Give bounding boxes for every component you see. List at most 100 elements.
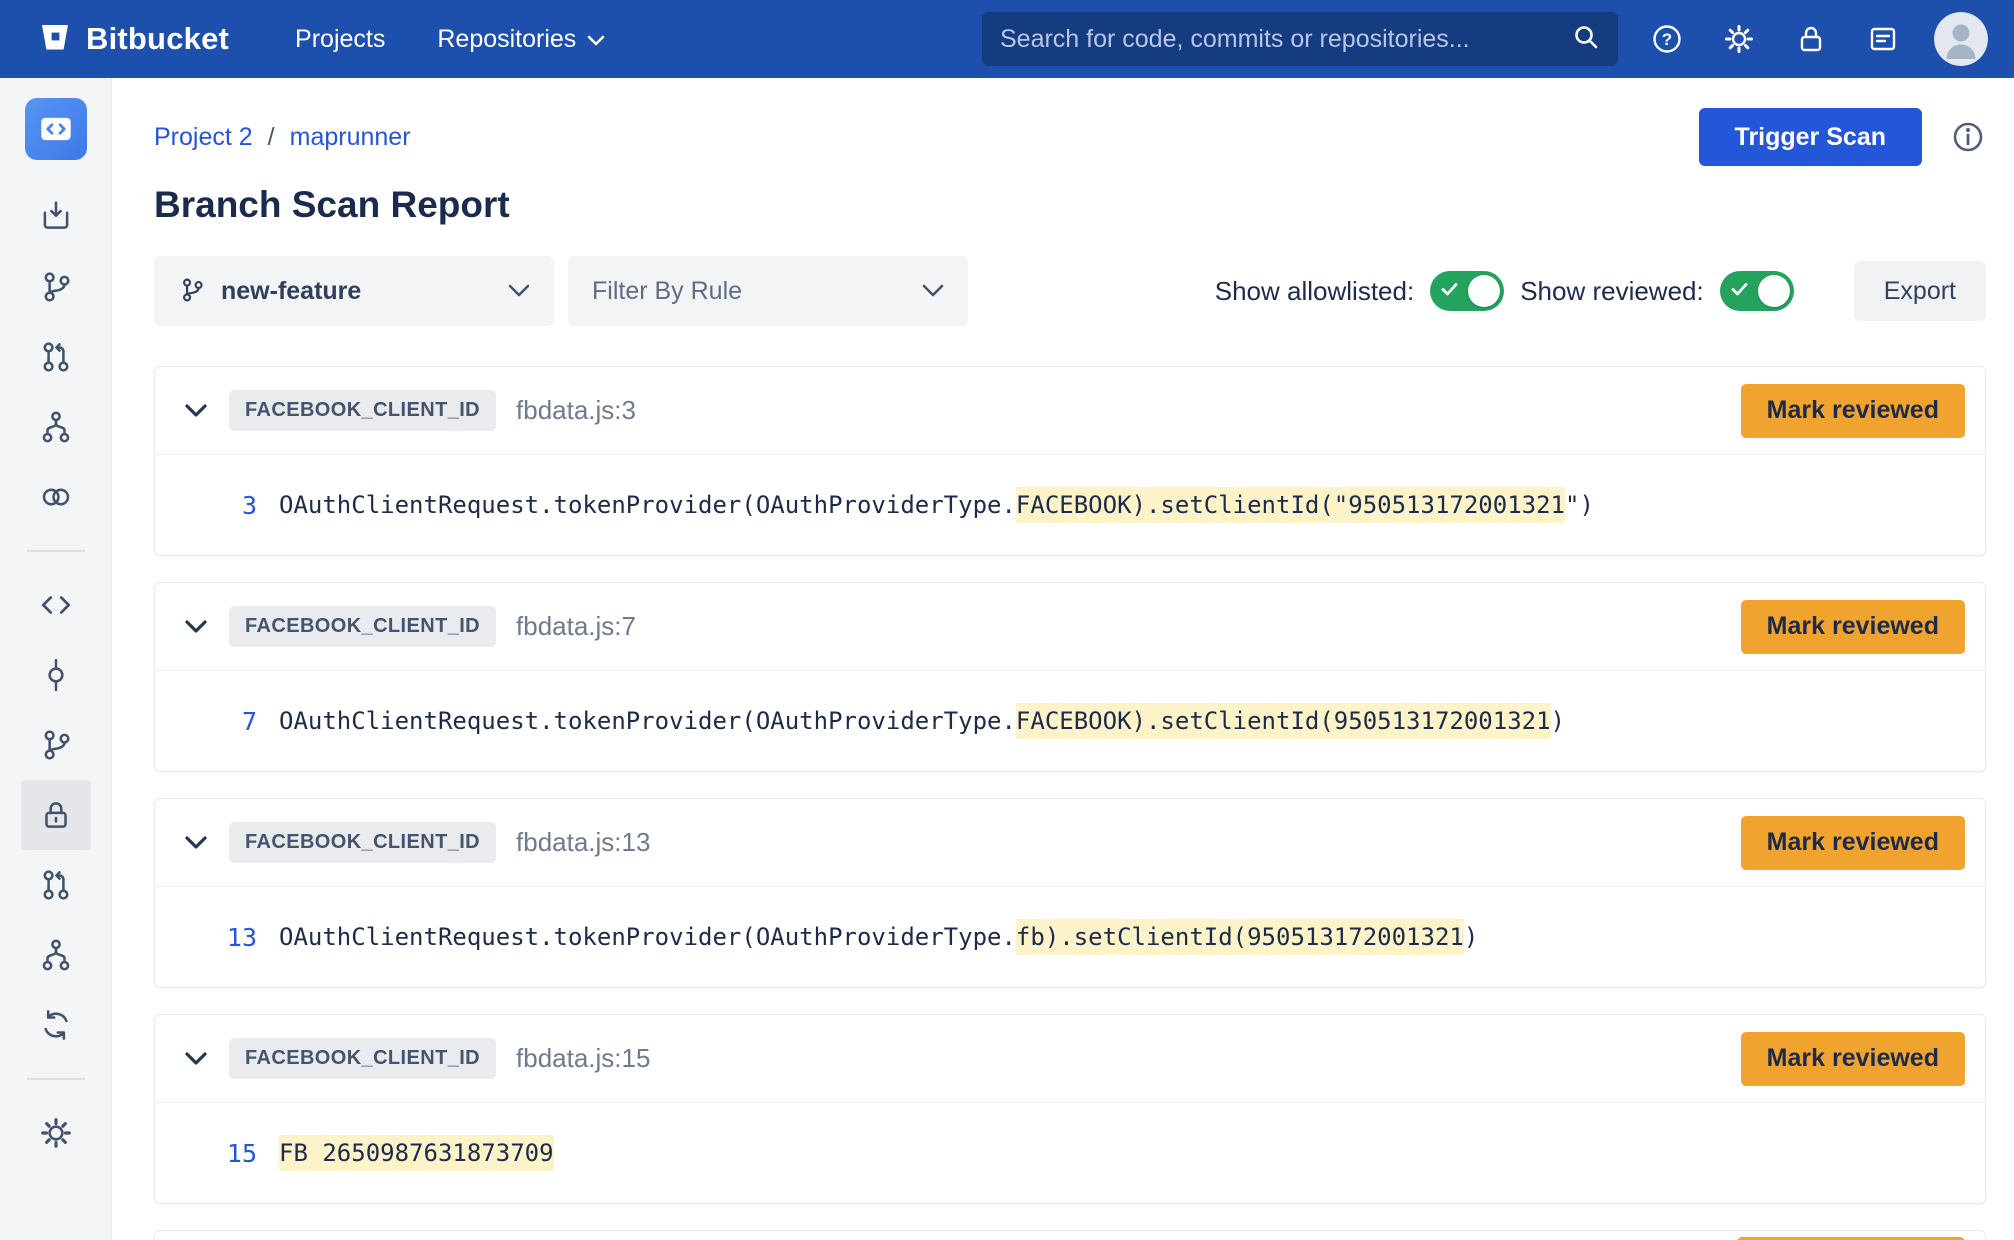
- finding-card: FACEBOOK_CLIENT_ID fbdata.js:3 Mark revi…: [154, 366, 1986, 556]
- search-icon[interactable]: [1572, 23, 1600, 56]
- bitbucket-logo-icon: [38, 20, 72, 59]
- svg-text:?: ?: [1662, 30, 1672, 49]
- line-number: 3: [219, 491, 257, 520]
- forks-icon[interactable]: [21, 392, 91, 462]
- feedback-button[interactable]: [1860, 16, 1906, 62]
- finding-code-row: 3 OAuthClientRequest.tokenProvider(OAuth…: [155, 455, 1985, 555]
- show-reviewed-label: Show reviewed:: [1520, 276, 1704, 307]
- finding-header: FACEBOOK_CLIENT_ID fbdata.js:13 Mark rev…: [155, 799, 1985, 887]
- global-search[interactable]: [982, 12, 1618, 66]
- sync-icon[interactable]: [21, 990, 91, 1060]
- code-prefix: OAuthClientRequest.tokenProvider(OAuthPr…: [279, 491, 1016, 519]
- line-number: 15: [219, 1139, 257, 1168]
- sidebar-divider: [27, 1078, 85, 1080]
- chevron-down-icon: [587, 25, 605, 54]
- mark-reviewed-button[interactable]: Mark reviewed: [1741, 1032, 1965, 1086]
- finding-code-row: 15 FB 2650987631873709: [155, 1103, 1985, 1203]
- finding-card: FACEBOOK_CLIENT_ID fbdata.js:7 Mark revi…: [154, 582, 1986, 772]
- help-button[interactable]: ?: [1644, 16, 1690, 62]
- mark-reviewed-button[interactable]: Mark reviewed: [1741, 600, 1965, 654]
- settings-button[interactable]: [1716, 16, 1762, 62]
- finding-header: FACEBOOK_CLIENT_ID fbdata.js:3 Mark revi…: [155, 367, 1985, 455]
- collapse-chevron-icon[interactable]: [183, 402, 217, 419]
- info-icon[interactable]: [1950, 119, 1986, 155]
- deployments-icon[interactable]: [21, 182, 91, 252]
- bitbucket-logo[interactable]: Bitbucket: [38, 20, 229, 59]
- rule-badge: FACEBOOK_CLIENT_ID: [229, 1038, 496, 1079]
- settings-gear-icon[interactable]: [21, 1098, 91, 1168]
- branches-icon[interactable]: [21, 252, 91, 322]
- repo-avatar[interactable]: [25, 98, 87, 160]
- pull-requests-icon[interactable]: [21, 850, 91, 920]
- sidebar-divider: [27, 550, 85, 552]
- check-icon: [1731, 282, 1748, 300]
- check-icon: [1441, 282, 1458, 300]
- code-snippet: OAuthClientRequest.tokenProvider(OAuthPr…: [279, 923, 1478, 951]
- commits-icon[interactable]: [21, 640, 91, 710]
- lock-button[interactable]: [1788, 16, 1834, 62]
- chevron-down-icon: [508, 284, 530, 298]
- pipelines-icon[interactable]: [21, 462, 91, 532]
- show-allowlisted-toggle[interactable]: [1430, 271, 1504, 311]
- code-snippet: OAuthClientRequest.tokenProvider(OAuthPr…: [279, 491, 1594, 519]
- line-number: 13: [219, 923, 257, 952]
- finding-location: fbdata.js:13: [516, 827, 650, 858]
- search-input[interactable]: [1000, 25, 1560, 54]
- finding-code-row: 13 OAuthClientRequest.tokenProvider(OAut…: [155, 887, 1985, 987]
- branch-selector-value: new-feature: [221, 277, 361, 306]
- source-icon[interactable]: [21, 570, 91, 640]
- collapse-chevron-icon[interactable]: [183, 618, 217, 635]
- top-navbar: Bitbucket Projects Repositories ?: [0, 0, 2014, 78]
- page-title: Branch Scan Report: [154, 184, 1986, 226]
- breadcrumb-repository-link[interactable]: maprunner: [290, 123, 411, 152]
- rule-badge: FACEBOOK_CLIENT_ID: [229, 606, 496, 647]
- rule-badge: FACEBOOK_CLIENT_ID: [229, 822, 496, 863]
- app-body: Project 2 / maprunner Trigger Scan Branc…: [0, 78, 2014, 1240]
- trigger-scan-button[interactable]: Trigger Scan: [1699, 108, 1922, 166]
- secret-highlight: FACEBOOK).setClientId(950513172001321: [1016, 703, 1551, 739]
- forks-icon[interactable]: [21, 920, 91, 990]
- finding-header: [155, 1231, 1985, 1240]
- sidebar: [0, 78, 112, 1240]
- line-number: 7: [219, 707, 257, 736]
- branches-icon[interactable]: [21, 710, 91, 780]
- finding-header: FACEBOOK_CLIENT_ID fbdata.js:15 Mark rev…: [155, 1015, 1985, 1103]
- breadcrumb-project-link[interactable]: Project 2: [154, 123, 253, 152]
- collapse-chevron-icon[interactable]: [183, 834, 217, 851]
- toggle-knob: [1758, 275, 1790, 307]
- finding-location: fbdata.js:15: [516, 1043, 650, 1074]
- avatar[interactable]: [1934, 12, 1988, 66]
- toggle-knob: [1468, 275, 1500, 307]
- secret-highlight: fb).setClientId(950513172001321: [1016, 919, 1464, 955]
- nav-projects[interactable]: Projects: [269, 0, 411, 78]
- finding-location: fbdata.js:3: [516, 395, 636, 426]
- code-prefix: OAuthClientRequest.tokenProvider(OAuthPr…: [279, 707, 1016, 735]
- finding-location: fbdata.js:7: [516, 611, 636, 642]
- code-snippet: OAuthClientRequest.tokenProvider(OAuthPr…: [279, 707, 1565, 735]
- rule-filter-selector[interactable]: Filter By Rule: [568, 256, 968, 326]
- security-lock-icon[interactable]: [21, 780, 91, 850]
- code-suffix: ): [1464, 923, 1478, 951]
- code-suffix: "): [1565, 491, 1594, 519]
- branch-selector[interactable]: new-feature: [154, 256, 554, 326]
- finding-card: FACEBOOK_CLIENT_ID fbdata.js:13 Mark rev…: [154, 798, 1986, 988]
- toggle-group: Show allowlisted: Show reviewed:: [1215, 271, 1794, 311]
- show-reviewed-toggle[interactable]: [1720, 271, 1794, 311]
- finding-header: FACEBOOK_CLIENT_ID fbdata.js:7 Mark revi…: [155, 583, 1985, 671]
- nav-repositories[interactable]: Repositories: [411, 0, 631, 78]
- branch-icon: [178, 276, 206, 307]
- collapse-chevron-icon[interactable]: [183, 1050, 217, 1067]
- finding-code-row: 7 OAuthClientRequest.tokenProvider(OAuth…: [155, 671, 1985, 771]
- pull-requests-icon[interactable]: [21, 322, 91, 392]
- nav-repositories-label: Repositories: [437, 25, 576, 54]
- export-button[interactable]: Export: [1854, 261, 1986, 321]
- secret-highlight: FACEBOOK).setClientId("950513172001321: [1016, 487, 1565, 523]
- chevron-down-icon: [922, 284, 944, 298]
- mark-reviewed-button[interactable]: Mark reviewed: [1741, 384, 1965, 438]
- main-content: Project 2 / maprunner Trigger Scan Branc…: [112, 78, 2014, 1240]
- breadcrumb: Project 2 / maprunner: [154, 123, 411, 152]
- finding-card: FACEBOOK_CLIENT_ID fbdata.js:15 Mark rev…: [154, 1014, 1986, 1204]
- mark-reviewed-button[interactable]: Mark reviewed: [1741, 816, 1965, 870]
- findings-list: FACEBOOK_CLIENT_ID fbdata.js:3 Mark revi…: [154, 366, 1986, 1204]
- code-snippet: FB 2650987631873709: [279, 1139, 554, 1167]
